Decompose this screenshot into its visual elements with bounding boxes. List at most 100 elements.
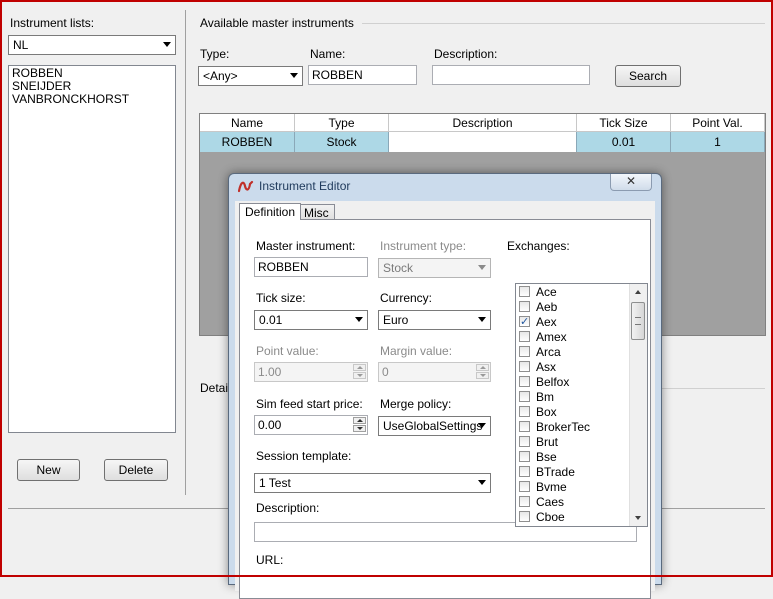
splitter[interactable] xyxy=(185,10,186,495)
list-item[interactable]: VANBRONCKHORST xyxy=(12,93,172,106)
exchanges-scrollbar[interactable] xyxy=(629,284,647,526)
group-border xyxy=(660,388,765,389)
type-label: Type: xyxy=(200,47,230,61)
master-group-title: Available master instruments xyxy=(200,16,354,30)
exchange-checkbox[interactable] xyxy=(519,286,530,297)
instrument-lists-label: Instrument lists: xyxy=(10,16,95,30)
exchange-label: Brut xyxy=(536,435,559,449)
exchange-label: BrokerTec xyxy=(536,420,591,434)
scroll-down-icon[interactable] xyxy=(635,516,641,520)
master-instrument-label: Master instrument: xyxy=(256,239,356,253)
sim-feed-field[interactable]: 0.00 xyxy=(254,415,368,435)
close-button[interactable]: ✕ xyxy=(610,174,652,191)
instrument-editor-dialog: Instrument Editor ✕ Definition Misc Mast… xyxy=(228,173,662,599)
new-button[interactable]: New xyxy=(17,459,80,481)
url-label: URL: xyxy=(256,553,284,567)
chevron-down-icon xyxy=(355,317,363,322)
merge-policy-value: UseGlobalSettings xyxy=(383,419,483,433)
column-header-point-value[interactable]: Point Val. xyxy=(671,114,765,132)
instrument-list-box[interactable]: ROBBEN SNEIJDER VANBRONCKHORST xyxy=(8,65,176,433)
margin-value-field: 0 xyxy=(378,362,491,382)
delete-button[interactable]: Delete xyxy=(104,459,168,481)
cell-tick-size[interactable]: 0.01 xyxy=(577,132,671,152)
point-value-text: 1.00 xyxy=(258,365,282,379)
scroll-up-icon[interactable] xyxy=(635,290,641,294)
exchange-checkbox[interactable] xyxy=(519,481,530,492)
instrument-type-label: Instrument type: xyxy=(380,239,467,253)
details-label: Detail xyxy=(200,381,231,395)
exchange-label: Aex xyxy=(536,315,557,329)
master-instrument-field[interactable]: ROBBEN xyxy=(254,257,368,277)
type-select[interactable]: <Any> xyxy=(198,66,303,86)
exchange-checkbox[interactable] xyxy=(519,361,530,372)
exchange-checkbox[interactable] xyxy=(519,466,530,477)
column-header-name[interactable]: Name xyxy=(200,114,295,132)
margin-value-text: 0 xyxy=(382,365,389,379)
exchange-label: Bse xyxy=(536,450,557,464)
exchange-checkbox[interactable] xyxy=(519,314,530,329)
cell-description[interactable] xyxy=(389,132,577,152)
dialog-title: Instrument Editor xyxy=(259,179,351,193)
chevron-down-icon xyxy=(478,317,486,322)
exchange-label: Aeb xyxy=(536,300,558,314)
chevron-down-icon xyxy=(290,73,298,78)
exchange-checkbox[interactable] xyxy=(519,346,530,357)
currency-select[interactable]: Euro xyxy=(378,310,491,330)
chevron-down-icon xyxy=(478,265,486,270)
margin-value-spinner xyxy=(476,364,489,380)
ninja-logo-icon xyxy=(238,180,254,193)
instrument-list-select[interactable]: NL xyxy=(8,35,176,55)
margin-value-label: Margin value: xyxy=(380,344,453,358)
exchanges-list[interactable]: AceAebAexAmexArcaAsxBelfoxBmBoxBrokerTec… xyxy=(515,283,648,527)
exchange-label: Asx xyxy=(536,360,557,374)
exchange-label: BTrade xyxy=(536,465,575,479)
description-field-label: Description: xyxy=(256,501,320,515)
name-input[interactable]: ROBBEN xyxy=(308,65,417,85)
dialog-body: Definition Misc Master instrument: ROBBE… xyxy=(235,201,655,599)
chevron-down-icon xyxy=(478,423,486,428)
currency-label: Currency: xyxy=(380,291,433,305)
exchange-checkbox[interactable] xyxy=(519,511,530,522)
exchange-checkbox[interactable] xyxy=(519,496,530,507)
cell-point-value[interactable]: 1 xyxy=(671,132,765,152)
chevron-down-icon xyxy=(163,42,171,47)
tab-page-definition: Master instrument: ROBBEN Instrument typ… xyxy=(239,219,651,599)
sim-feed-text: 0.00 xyxy=(258,418,282,432)
exchange-checkbox[interactable] xyxy=(519,406,530,417)
column-header-description[interactable]: Description xyxy=(389,114,577,132)
exchange-checkbox[interactable] xyxy=(519,331,530,342)
tick-size-select[interactable]: 0.01 xyxy=(254,310,368,330)
exchange-checkbox[interactable] xyxy=(519,301,530,312)
column-header-type[interactable]: Type xyxy=(295,114,389,132)
exchange-label: Cboe xyxy=(536,510,565,524)
merge-policy-label: Merge policy: xyxy=(380,397,452,411)
exchange-checkbox[interactable] xyxy=(519,421,530,432)
cell-name[interactable]: ROBBEN xyxy=(200,132,295,152)
description-input[interactable] xyxy=(432,65,590,85)
merge-policy-select[interactable]: UseGlobalSettings xyxy=(378,416,491,436)
session-template-select[interactable]: 1 Test xyxy=(254,473,491,493)
tick-size-value: 0.01 xyxy=(259,313,283,327)
session-template-label: Session template: xyxy=(256,449,352,463)
sim-feed-spinner[interactable] xyxy=(353,417,366,433)
sim-feed-label: Sim feed start price: xyxy=(256,397,363,411)
point-value-spinner xyxy=(353,364,366,380)
cell-type[interactable]: Stock xyxy=(295,132,389,152)
tab-definition[interactable]: Definition xyxy=(239,203,302,220)
chevron-down-icon xyxy=(478,480,486,485)
exchange-checkbox[interactable] xyxy=(519,391,530,402)
description-label: Description: xyxy=(434,47,498,61)
currency-value: Euro xyxy=(383,313,409,327)
column-header-tick-size[interactable]: Tick Size xyxy=(577,114,671,132)
exchange-label: Arca xyxy=(536,345,561,359)
exchange-label: Box xyxy=(536,405,557,419)
exchange-checkbox[interactable] xyxy=(519,376,530,387)
type-value: <Any> xyxy=(203,69,238,83)
scroll-thumb[interactable] xyxy=(631,302,645,340)
point-value-field: 1.00 xyxy=(254,362,368,382)
search-button[interactable]: Search xyxy=(615,65,681,87)
exchange-checkbox[interactable] xyxy=(519,451,530,462)
name-label: Name: xyxy=(310,47,346,61)
exchange-label: Ace xyxy=(536,285,557,299)
exchange-checkbox[interactable] xyxy=(519,436,530,447)
